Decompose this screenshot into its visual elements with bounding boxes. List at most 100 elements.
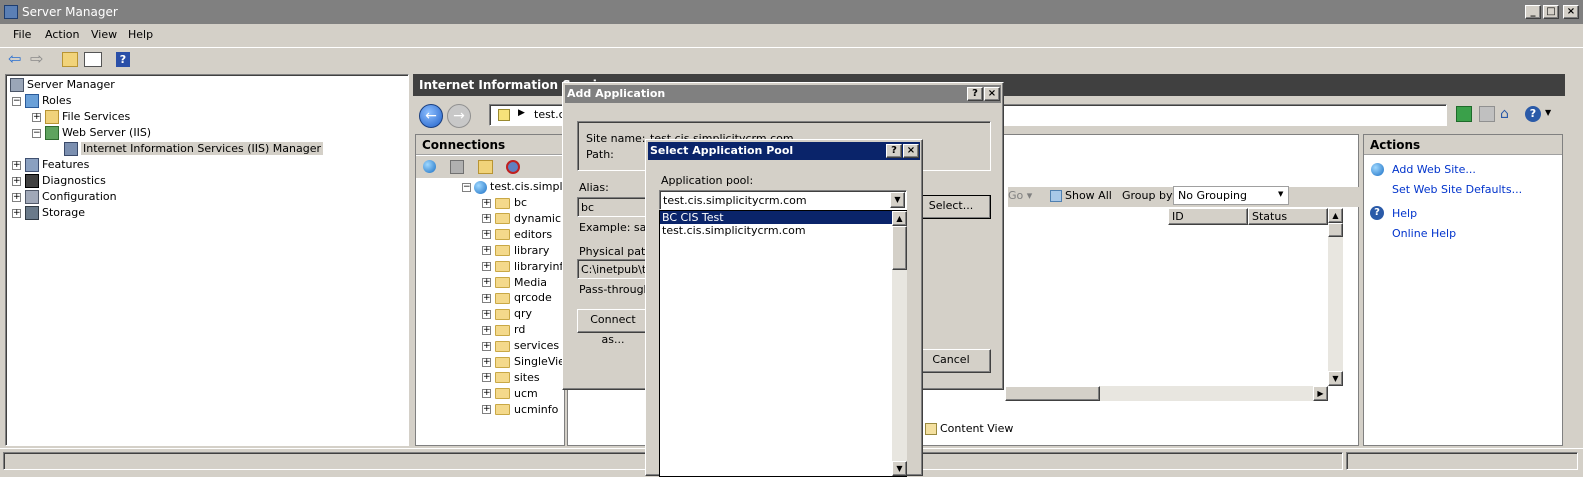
expand-icon[interactable]: + bbox=[482, 325, 491, 335]
expand-icon[interactable]: + bbox=[482, 246, 491, 256]
show-all-button[interactable]: Show All bbox=[1050, 189, 1112, 202]
stop-icon[interactable] bbox=[1479, 106, 1495, 122]
minimize-button[interactable]: _ bbox=[1525, 5, 1541, 19]
expand-icon[interactable]: + bbox=[12, 208, 21, 218]
scroll-right-icon[interactable]: ▶ bbox=[1313, 386, 1328, 401]
home-icon[interactable]: ⌂ bbox=[1500, 106, 1516, 122]
up-folder-icon[interactable] bbox=[62, 52, 78, 67]
pool-option-selected[interactable]: BC CIS Test bbox=[660, 211, 892, 224]
scroll-up-icon[interactable]: ▲ bbox=[1328, 208, 1343, 223]
expand-icon[interactable]: + bbox=[482, 389, 491, 399]
menu-help[interactable]: Help bbox=[128, 28, 153, 41]
vertical-scrollbar[interactable]: ▲ ▼ bbox=[1328, 208, 1343, 386]
disconnect-icon[interactable] bbox=[506, 160, 520, 174]
help-link[interactable]: Help bbox=[1392, 207, 1417, 220]
folder-node[interactable]: + qrcode bbox=[482, 290, 552, 306]
application-pool-combo[interactable]: test.cis.simplicitycrm.com ▼ bbox=[659, 190, 907, 210]
scroll-thumb[interactable] bbox=[1005, 386, 1100, 401]
expand-icon[interactable]: + bbox=[482, 293, 491, 303]
menu-file[interactable]: File bbox=[13, 28, 31, 41]
scroll-thumb[interactable] bbox=[892, 226, 907, 270]
tree-iis-manager[interactable]: Internet Information Services (IIS) Mana… bbox=[64, 141, 323, 157]
connect-as-button[interactable]: Connect as... bbox=[577, 309, 649, 346]
add-application-title-bar[interactable]: Add Application ? × bbox=[565, 85, 1001, 103]
help-circle-icon[interactable]: ? bbox=[1525, 106, 1541, 122]
content-view-tab[interactable]: Content View bbox=[925, 422, 1013, 435]
expand-icon[interactable]: + bbox=[482, 262, 491, 272]
tree-web-server[interactable]: − Web Server (IIS) bbox=[32, 125, 151, 141]
expand-icon[interactable]: + bbox=[482, 373, 491, 383]
back-arrow-icon[interactable]: ⇦ bbox=[8, 51, 26, 67]
select-pool-button[interactable]: Select... bbox=[911, 195, 991, 219]
show-hide-tree-icon[interactable] bbox=[84, 52, 102, 67]
pool-option[interactable]: test.cis.simplicitycrm.com bbox=[660, 224, 892, 237]
folder-node[interactable]: + rd bbox=[482, 322, 525, 338]
help-icon[interactable]: ? bbox=[116, 52, 130, 67]
tree-root[interactable]: Server Manager bbox=[10, 77, 115, 93]
pool-help-button[interactable]: ? bbox=[886, 144, 902, 158]
menu-view[interactable]: View bbox=[91, 28, 117, 41]
expand-icon[interactable]: + bbox=[482, 230, 491, 240]
folder-node[interactable]: + qry bbox=[482, 306, 532, 322]
close-button[interactable]: × bbox=[1563, 5, 1579, 19]
column-header-status[interactable]: Status bbox=[1248, 208, 1328, 225]
select-pool-title-bar[interactable]: Select Application Pool ? × bbox=[648, 142, 920, 160]
up-level-icon[interactable] bbox=[478, 160, 493, 174]
collapse-icon[interactable]: − bbox=[32, 128, 41, 138]
restore-button[interactable]: □ bbox=[1543, 5, 1559, 19]
chevron-down-icon[interactable]: ▼ bbox=[890, 192, 905, 208]
folder-node[interactable]: + SingleView bbox=[482, 354, 574, 370]
group-by-select[interactable]: No Grouping ▼ bbox=[1173, 186, 1289, 205]
folder-node[interactable]: + ucminfo bbox=[482, 402, 558, 418]
folder-node[interactable]: + libraryinfo bbox=[482, 259, 570, 275]
folder-node[interactable]: + Media bbox=[482, 275, 547, 291]
nav-back-button[interactable]: ← bbox=[419, 104, 443, 128]
set-defaults-link[interactable]: Set Web Site Defaults... bbox=[1392, 183, 1522, 196]
collapse-icon[interactable]: − bbox=[462, 182, 471, 192]
tree-file-services[interactable]: + File Services bbox=[32, 109, 130, 125]
cancel-button[interactable]: Cancel bbox=[911, 349, 991, 373]
expand-icon[interactable]: + bbox=[12, 192, 21, 202]
dialog-help-button[interactable]: ? bbox=[967, 87, 983, 101]
folder-node[interactable]: + editors bbox=[482, 227, 552, 243]
dialog-close-button[interactable]: × bbox=[984, 87, 1000, 101]
list-vertical-scrollbar[interactable]: ▲ ▼ bbox=[892, 211, 907, 476]
chevron-down-icon[interactable]: ▼ bbox=[1545, 108, 1551, 117]
alias-input[interactable]: bc bbox=[577, 197, 647, 217]
pool-close-button[interactable]: × bbox=[903, 144, 919, 158]
expand-icon[interactable]: + bbox=[12, 176, 21, 186]
connect-icon[interactable] bbox=[423, 160, 436, 173]
folder-node[interactable]: + services bbox=[482, 338, 559, 354]
folder-node[interactable]: + sites bbox=[482, 370, 540, 386]
expand-icon[interactable]: + bbox=[482, 309, 491, 319]
server-manager-tree[interactable]: Server Manager − Roles + File Services − We… bbox=[5, 74, 409, 446]
folder-node[interactable]: + ucm bbox=[482, 386, 538, 402]
scroll-down-icon[interactable]: ▼ bbox=[892, 461, 907, 476]
scroll-up-icon[interactable]: ▲ bbox=[892, 211, 907, 226]
expand-icon[interactable]: + bbox=[482, 357, 491, 367]
forward-arrow-icon[interactable]: ⇨ bbox=[30, 51, 48, 67]
expand-icon[interactable]: + bbox=[482, 198, 491, 208]
expand-icon[interactable]: + bbox=[32, 112, 41, 122]
folder-node[interactable]: + dynamicp bbox=[482, 211, 568, 227]
expand-icon[interactable]: + bbox=[482, 278, 491, 287]
refresh-icon[interactable] bbox=[1456, 106, 1472, 122]
scroll-thumb[interactable] bbox=[1328, 223, 1343, 237]
column-header-id[interactable]: ID bbox=[1168, 208, 1248, 225]
folder-node[interactable]: + library bbox=[482, 243, 549, 259]
tree-features[interactable]: + Features bbox=[12, 157, 89, 173]
tree-roles[interactable]: − Roles bbox=[12, 93, 71, 109]
tree-configuration[interactable]: + Configuration bbox=[12, 189, 117, 205]
online-help-link[interactable]: Online Help bbox=[1392, 227, 1456, 240]
tree-diagnostics[interactable]: + Diagnostics bbox=[12, 173, 106, 189]
site-node[interactable]: − test.cis.simplic bbox=[462, 179, 572, 195]
application-pool-list[interactable]: BC CIS Test test.cis.simplicitycrm.com ▲… bbox=[659, 210, 907, 477]
expand-icon[interactable]: + bbox=[482, 341, 491, 351]
menu-action[interactable]: Action bbox=[45, 28, 79, 41]
scroll-down-icon[interactable]: ▼ bbox=[1328, 371, 1343, 386]
tree-storage[interactable]: + Storage bbox=[12, 205, 85, 221]
add-web-site-link[interactable]: Add Web Site... bbox=[1392, 163, 1476, 176]
collapse-icon[interactable]: − bbox=[12, 96, 21, 106]
physical-path-input[interactable]: C:\inetpub\te bbox=[577, 259, 653, 279]
window-title-bar[interactable]: Server Manager _ □ × bbox=[0, 0, 1583, 24]
